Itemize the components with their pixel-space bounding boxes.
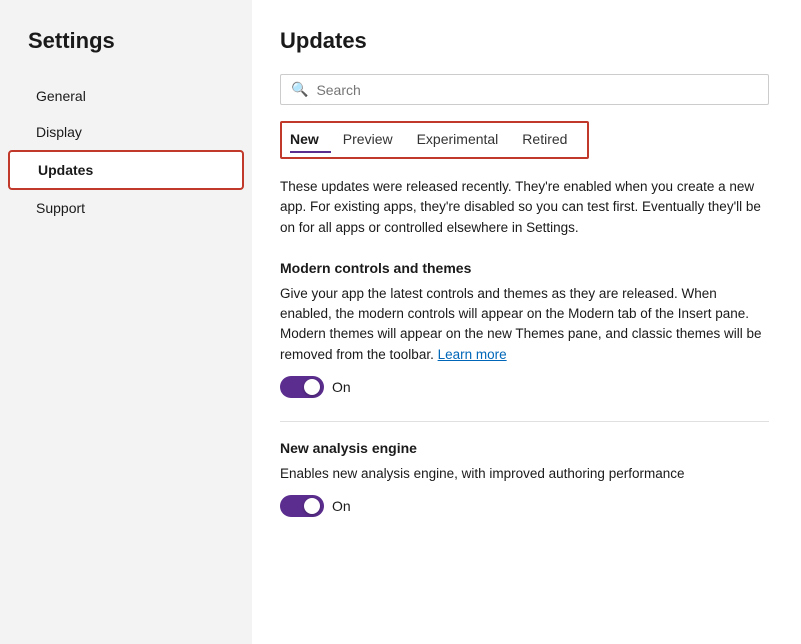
sidebar: Settings General Display Updates Support (0, 0, 252, 644)
section-divider (280, 421, 769, 422)
tab-preview[interactable]: Preview (331, 127, 405, 153)
learn-more-link[interactable]: Learn more (438, 347, 507, 362)
page-title: Updates (280, 28, 769, 54)
section-modern-controls-title: Modern controls and themes (280, 260, 769, 276)
main-content: Updates 🔍 New Preview Experimental Retir… (252, 0, 801, 644)
sidebar-item-general[interactable]: General (8, 78, 244, 114)
modern-controls-toggle[interactable] (280, 375, 324, 399)
toggle-thumb-2 (304, 498, 320, 514)
sidebar-item-updates[interactable]: Updates (8, 150, 244, 190)
section-modern-controls-desc: Give your app the latest controls and th… (280, 284, 769, 365)
new-analysis-engine-toggle-row: On (280, 494, 769, 518)
tab-retired[interactable]: Retired (510, 127, 579, 153)
toggle-thumb (304, 379, 320, 395)
sidebar-item-display[interactable]: Display (8, 114, 244, 150)
sidebar-item-label-updates: Updates (38, 162, 93, 178)
search-input[interactable] (316, 82, 758, 98)
new-analysis-engine-toggle-label: On (332, 498, 351, 514)
new-analysis-engine-toggle[interactable] (280, 494, 324, 518)
sidebar-item-support[interactable]: Support (8, 190, 244, 226)
app-title: Settings (0, 28, 252, 78)
modern-controls-toggle-label: On (332, 379, 351, 395)
sidebar-item-label-support: Support (36, 200, 85, 216)
section-new-analysis-engine-title: New analysis engine (280, 440, 769, 456)
search-icon: 🔍 (291, 81, 308, 98)
tabs-container: New Preview Experimental Retired (280, 121, 589, 159)
tab-new[interactable]: New (290, 127, 331, 153)
section-new-analysis-engine: New analysis engine Enables new analysis… (280, 440, 769, 518)
updates-description: These updates were released recently. Th… (280, 177, 769, 238)
search-bar: 🔍 (280, 74, 769, 105)
tab-experimental[interactable]: Experimental (405, 127, 511, 153)
section-modern-controls: Modern controls and themes Give your app… (280, 260, 769, 399)
modern-controls-toggle-row: On (280, 375, 769, 399)
sidebar-item-label-general: General (36, 88, 86, 104)
sidebar-item-label-display: Display (36, 124, 82, 140)
section-new-analysis-engine-desc: Enables new analysis engine, with improv… (280, 464, 769, 484)
